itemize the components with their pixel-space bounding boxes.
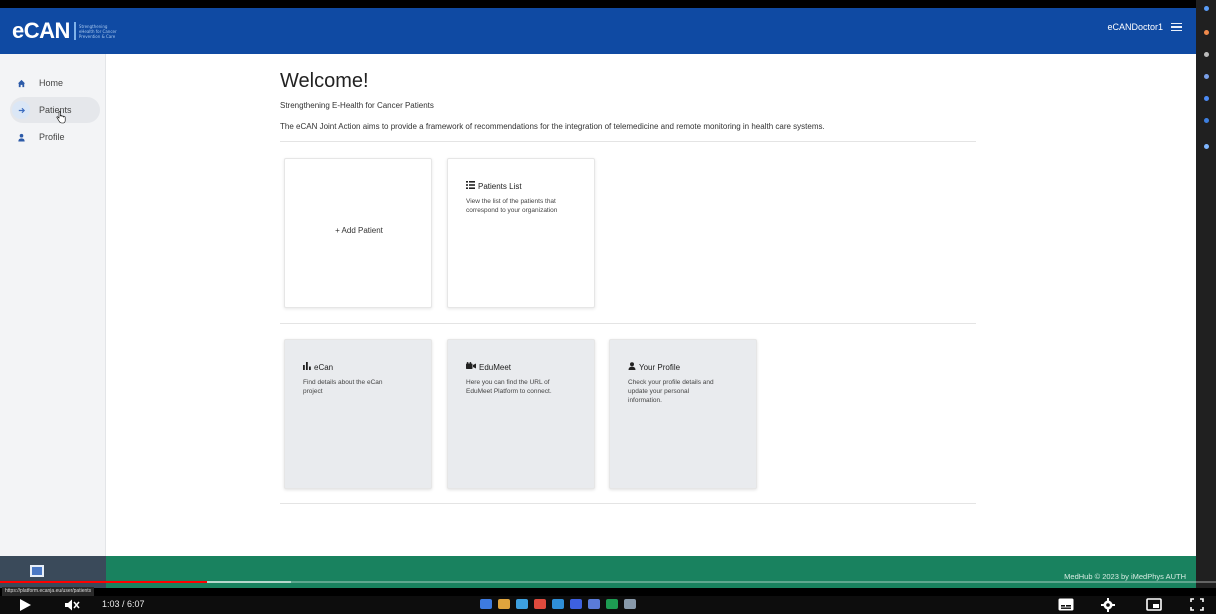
extension-icon[interactable] [1204,74,1209,79]
card-title: eCan [303,362,333,372]
progress-buffered [206,581,292,583]
card-title: Your Profile [628,362,680,372]
ecan-logo[interactable]: eCAN Strengthening eHealth for Cancer Pr… [12,18,128,44]
arrow-right-icon [12,101,30,119]
browser-extension-strip [1196,0,1216,588]
top-navbar: eCAN Strengthening eHealth for Cancer Pr… [0,8,1196,54]
your-profile-card[interactable]: Your Profile Check your profile details … [609,339,757,489]
card-title-text: EduMeet [479,362,512,372]
patients-list-card[interactable]: Patients List View the list of the patie… [447,158,595,308]
footer-copyright: MedHub © 2023 by iMedPhys AUTH [1064,572,1186,581]
taskbar-app-icon [570,599,582,609]
list-icon [466,181,475,191]
edumeet-card[interactable]: EduMeet Here you can find the URL of Edu… [447,339,595,489]
divider [280,141,976,142]
page-description: The eCAN Joint Action aims to provide a … [280,122,825,131]
ecan-card[interactable]: eCan Find details about the eCan project [284,339,432,489]
extension-icon[interactable] [1204,52,1209,57]
divider [280,323,976,324]
card-title-text: Your Profile [639,362,681,372]
card-title: Patients List [466,181,522,191]
taskbar-app-icon [498,599,510,609]
card-title-text: Patients List [478,181,522,191]
extension-icon[interactable] [1204,6,1209,11]
card-title: EduMeet [466,362,511,372]
logo-tagline-line: Prevention & Care [78,33,116,39]
sidebar-item-profile[interactable]: Profile [10,124,100,150]
sidebar: Home Patients Profile [0,54,106,556]
taskbar-app-icon [534,599,546,609]
footer-left-panel [0,556,106,588]
logo-tagline: Strengthening eHealth for Cancer Prevent… [73,22,128,40]
hamburger-menu-icon[interactable] [1171,22,1182,32]
progress-played [0,581,207,583]
taskbar-app-icon [552,599,564,609]
extension-icon[interactable] [1204,118,1209,123]
taskbar-app-icon [606,599,618,609]
user-icon [12,128,30,146]
video-time: 1:03 / 6:07 [102,599,145,609]
sidebar-item-patients[interactable]: Patients [10,97,100,124]
user-icon [628,362,636,372]
taskbar-app-icon [516,599,528,609]
sidebar-item-home[interactable]: Home [10,70,100,96]
taskbar-app-icon [588,599,600,609]
miniplayer-icon[interactable] [1146,598,1162,611]
bar-chart-icon [303,362,311,372]
divider [280,503,976,504]
user-menu[interactable]: eCANDoctor1 [1107,22,1182,32]
taskbar-app-icon [480,599,492,609]
window-thumbnail-icon [30,565,44,577]
card-title-text: eCan [314,362,334,372]
logo-text: eCAN [12,18,70,43]
add-patient-button[interactable]: + Add Patient [285,226,433,235]
taskbar-icons [480,599,642,609]
extension-icon[interactable] [1204,144,1209,149]
video-controls: 1:03 / 6:07 [0,596,1216,614]
subtitles-icon[interactable] [1058,598,1074,611]
page-subtitle: Strengthening E-Health for Cancer Patien… [280,101,434,110]
card-text: Here you can find the URL of EduMeet Pla… [466,379,552,395]
card-text: View the list of the patients that corre… [466,198,558,214]
mute-icon[interactable] [64,598,80,612]
card-text: Check your profile details and update yo… [628,379,714,404]
fullscreen-icon[interactable] [1190,598,1204,611]
screen: eCAN Strengthening eHealth for Cancer Pr… [0,0,1216,614]
extension-icon[interactable] [1204,96,1209,101]
main-content: Welcome! Strengthening E-Health for Canc… [106,54,1196,556]
link-url-tooltip: https://platform.ecanja.eu/user/patients [2,587,95,596]
username-label: eCANDoctor1 [1107,22,1163,32]
home-icon [12,74,30,92]
web-app: eCAN Strengthening eHealth for Cancer Pr… [0,8,1196,588]
settings-gear-icon[interactable] [1101,598,1115,612]
video-progress-bar[interactable] [0,581,1216,583]
footer: MedHub © 2023 by iMedPhys AUTH [106,556,1196,588]
add-patient-card[interactable]: + Add Patient [284,158,432,308]
hand-cursor-icon [56,111,66,124]
extension-icon[interactable] [1204,30,1209,35]
play-icon[interactable] [18,598,32,612]
taskbar-app-icon [624,599,636,609]
page-title: Welcome! [280,70,369,92]
sidebar-item-label: Profile [39,132,65,142]
sidebar-item-label: Home [39,78,64,88]
video-camera-icon [466,362,476,372]
card-text: Find details about the eCan project [303,379,383,395]
